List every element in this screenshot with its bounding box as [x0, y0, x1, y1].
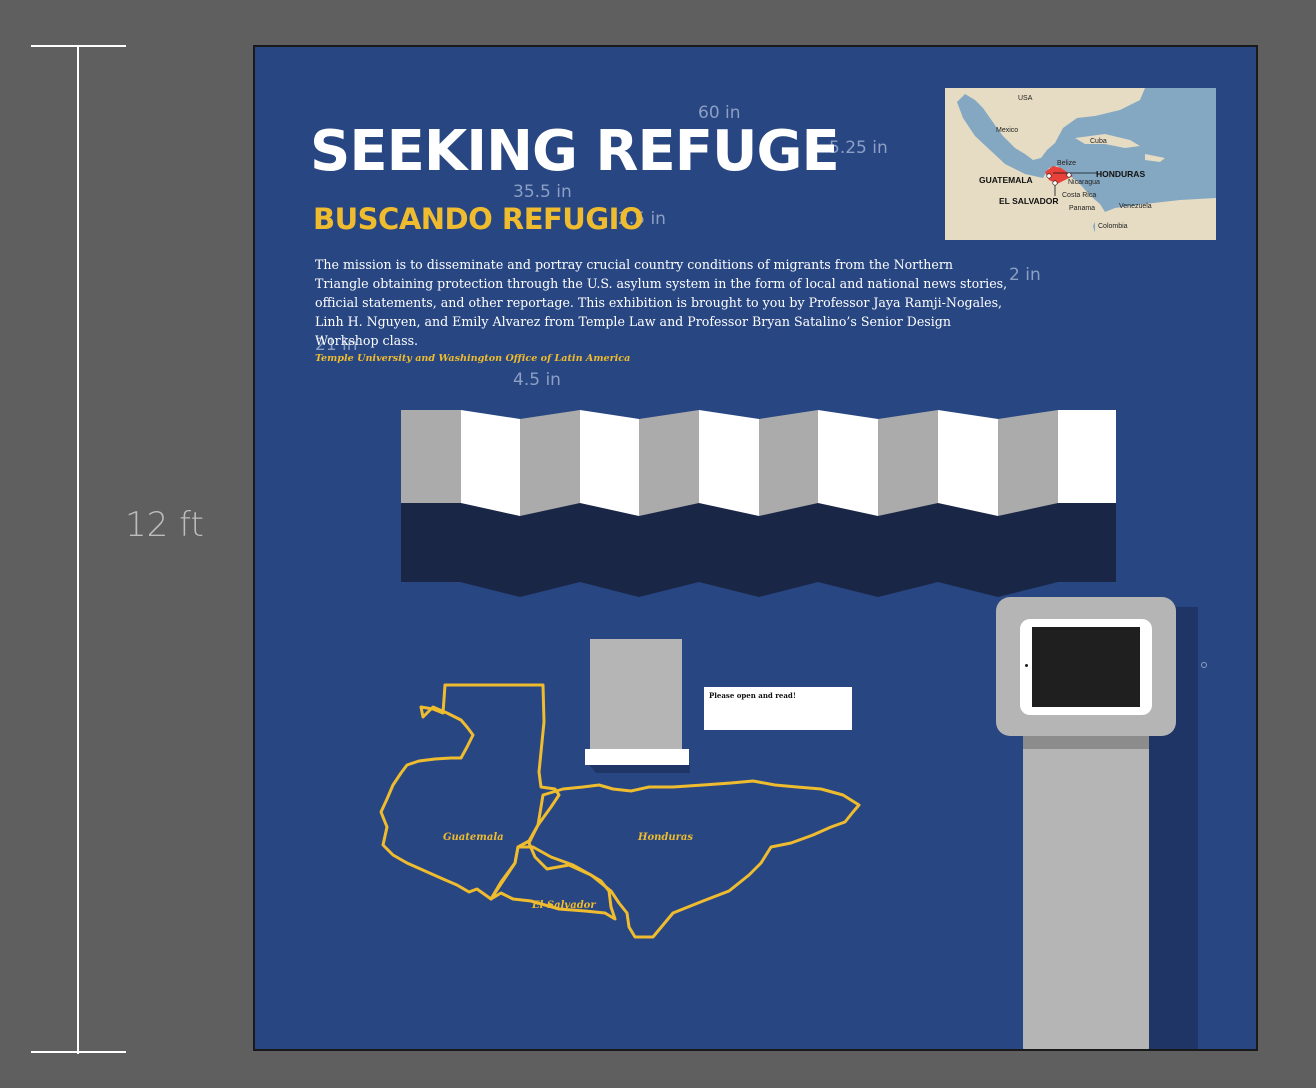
fold-panel-3	[520, 410, 580, 516]
exhibit-board: 60 in 5.25 in 35.5 in 2.5 in 2 in 21 in …	[253, 45, 1258, 1051]
map-label-el-salvador: EL SALVADOR	[999, 196, 1059, 206]
map-label-nicaragua: Nicaragua	[1068, 179, 1100, 186]
dimension-2in: 2 in	[1009, 265, 1041, 285]
map-label-venezuela: Venezuela	[1119, 203, 1152, 210]
map-label-guatemala: GUATEMALA	[979, 175, 1033, 185]
kiosk-post	[1023, 717, 1149, 1049]
fold-panel-7	[759, 410, 818, 516]
mission-credit: Temple University and Washington Office …	[315, 353, 631, 364]
accordion-display	[401, 410, 1116, 597]
tablet-screen[interactable]	[1032, 627, 1140, 707]
kiosk-indicator-dot	[1201, 662, 1207, 668]
tablet-bezel	[1020, 619, 1152, 715]
guatemala-outline	[379, 683, 561, 901]
map-label-mexico: Mexico	[996, 127, 1019, 134]
page-title: SEEKING REFUGE	[310, 119, 840, 184]
scale-height-label: 12 ft	[125, 505, 204, 545]
map-label-cuba: Cuba	[1090, 138, 1107, 145]
fold-panel-12	[1058, 410, 1116, 503]
fold-panel-5	[639, 410, 699, 516]
fold-panel-2	[461, 410, 520, 516]
fold-panel-8	[818, 410, 878, 516]
accordion-shadow	[401, 503, 1116, 597]
map-label-panama: Panama	[1069, 205, 1096, 212]
tablet-camera-dot	[1025, 664, 1028, 667]
map-label-costa-rica: Costa Rica	[1062, 192, 1097, 199]
fold-panel-10	[938, 410, 998, 516]
scale-bottom-tick	[31, 1051, 126, 1053]
fold-panel-1	[401, 410, 461, 503]
fold-panel-4	[580, 410, 639, 516]
tablet-kiosk-icon[interactable]	[996, 597, 1207, 1049]
map-label-belize: Belize	[1057, 160, 1077, 167]
region-map-graphic	[945, 88, 1216, 240]
map-label-honduras: HONDURAS	[1096, 169, 1146, 179]
map-label-usa: USA	[1018, 95, 1033, 102]
kiosk-collar	[1023, 735, 1149, 749]
northern-triangle-outline-map	[379, 683, 861, 939]
dimension-355in: 35.5 in	[513, 182, 572, 202]
dimension-45in: 4.5 in	[513, 370, 561, 390]
fold-panel-6	[699, 410, 759, 516]
mission-statement: The mission is to disseminate and portra…	[315, 257, 1008, 348]
outline-label-el-salvador: El Salvador	[532, 900, 596, 911]
map-label-colombia: Colombia	[1098, 223, 1128, 230]
fold-panel-11	[998, 410, 1058, 516]
scale-vertical-line	[77, 45, 79, 1054]
page-subtitle: BUSCANDO REFUGIO	[313, 202, 644, 236]
region-map: USA Mexico Cuba Belize GUATEMALA HONDURA…	[945, 88, 1216, 240]
outline-label-guatemala: Guatemala	[443, 832, 504, 843]
fold-panel-9	[878, 410, 938, 516]
honduras-outline	[527, 779, 861, 939]
outline-label-honduras: Honduras	[638, 832, 694, 843]
